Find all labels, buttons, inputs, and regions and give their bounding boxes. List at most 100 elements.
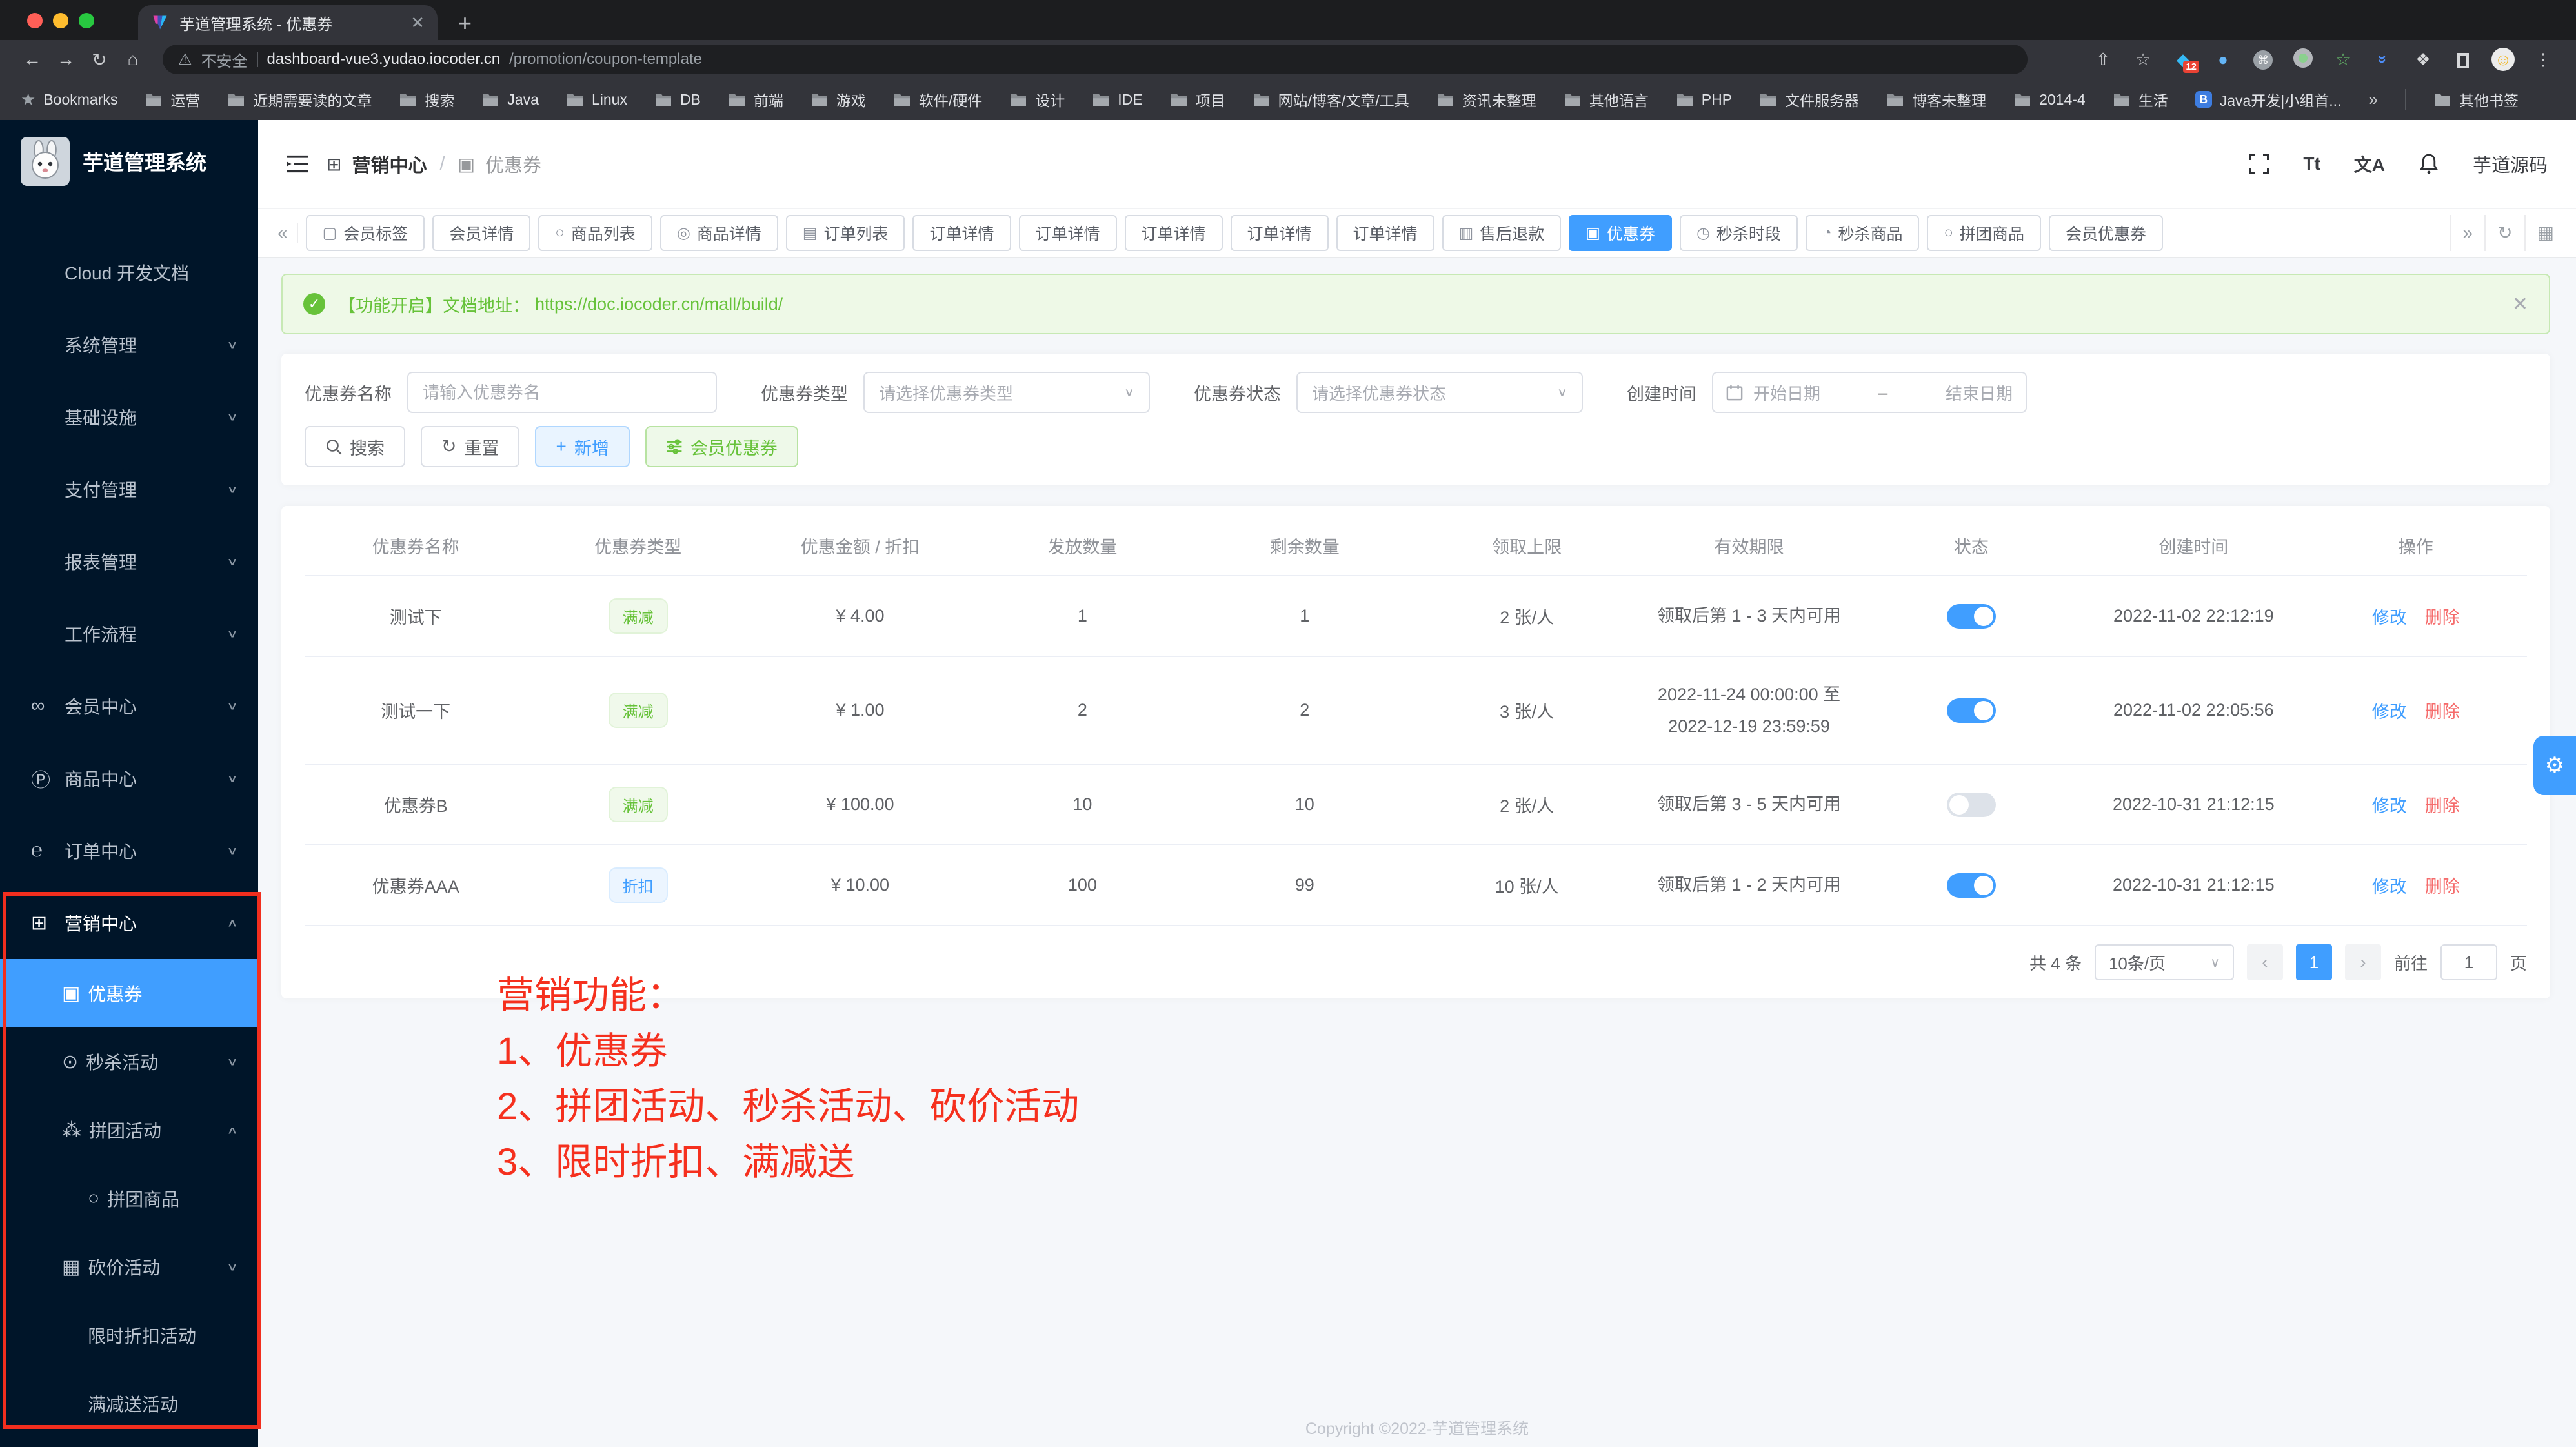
bookmarks-overflow-icon[interactable]: » (2368, 90, 2377, 110)
tab-close-icon[interactable]: ✕ (410, 14, 425, 31)
coupon-type-select[interactable]: 请选择优惠券类型 ∨ (863, 372, 1150, 413)
page-size-select[interactable]: 10条/页 ∨ (2095, 944, 2234, 980)
bookmark-star-icon[interactable]: ☆ (2126, 51, 2160, 68)
back-icon[interactable]: ← (15, 49, 49, 70)
delete-link[interactable]: 删除 (2425, 877, 2460, 896)
nav-tab[interactable]: ◷ 秒杀时段 (1680, 215, 1798, 251)
notification-bell-icon[interactable] (2419, 153, 2439, 175)
username[interactable]: 芋道源码 (2473, 150, 2548, 177)
tabs-scroll-right-icon[interactable]: » (2450, 215, 2484, 251)
collapse-sidebar-icon[interactable] (287, 154, 308, 174)
date-range-picker[interactable]: 开始日期 – 结束日期 (1712, 372, 2027, 413)
browser-tab[interactable]: 芋道管理系统 - 优惠券 ✕ (138, 5, 438, 40)
bookmark-item[interactable]: PHP (1676, 91, 1732, 108)
extensions-puzzle-icon[interactable]: ❖ (2406, 51, 2440, 68)
bookmark-item[interactable]: 软件/硬件 (893, 88, 982, 110)
notice-link[interactable]: https://doc.iocoder.cn/mall/build/ (535, 294, 783, 314)
minimize-window-button[interactable] (53, 13, 68, 28)
reset-button[interactable]: ↻ 重置 (421, 426, 519, 467)
sidebar-item[interactable]: ⁂ 拼团活动 ∧ (0, 1096, 258, 1164)
bookmark-item[interactable]: 近期需要读的文章 (227, 88, 372, 110)
bookmark-item[interactable]: 博客未整理 (1886, 88, 1986, 110)
start-date-placeholder[interactable]: 开始日期 (1753, 381, 1820, 405)
nav-tab[interactable]: ◔ 秒杀商品 (1806, 215, 1920, 251)
current-page-button[interactable]: 1 (2296, 944, 2332, 980)
sidebar-item[interactable]: ▣ 优惠券 (0, 959, 258, 1027)
bookmark-item[interactable]: 设计 (1009, 88, 1065, 110)
bookmark-item[interactable]: 搜索 (399, 88, 454, 110)
other-bookmarks[interactable]: 其他书签 (2433, 88, 2519, 110)
fullscreen-icon[interactable] (2249, 154, 2269, 174)
refresh-tab-icon[interactable]: ↻ (2484, 215, 2524, 251)
bookmark-item[interactable]: 游戏 (810, 88, 866, 110)
nav-tab[interactable]: 会员详情 (432, 215, 530, 251)
edit-link[interactable]: 修改 (2372, 877, 2407, 896)
bookmark-item[interactable]: Linux (566, 91, 627, 108)
sidebar-item[interactable]: ⊞ 营销中心 ∧ (0, 887, 258, 959)
app-logo-row[interactable]: 芋道管理系统 (0, 120, 258, 203)
sidebar-item[interactable]: 限时折扣活动 (0, 1301, 258, 1370)
nav-tab[interactable]: ▥ 售后退款 (1442, 215, 1562, 251)
edit-link[interactable]: 修改 (2372, 796, 2407, 816)
sidebar-item[interactable]: 工作流程 ∨ (0, 598, 258, 670)
bookmark-item[interactable]: IDE (1092, 91, 1142, 108)
delete-link[interactable]: 删除 (2425, 702, 2460, 722)
bookmark-item[interactable]: 文件服务器 (1759, 88, 1859, 110)
bookmark-item[interactable]: 网站/博客/文章/工具 (1253, 88, 1409, 110)
close-window-button[interactable] (27, 13, 43, 28)
reload-icon[interactable]: ↻ (83, 49, 116, 70)
sidebar-item[interactable]: 报表管理 ∨ (0, 525, 258, 598)
sidebar-item[interactable]: 支付管理 ∨ (0, 453, 258, 525)
status-toggle[interactable] (1947, 793, 1996, 817)
prev-page-button[interactable]: ‹ (2247, 944, 2283, 980)
nav-tab[interactable]: ▣ 优惠券 (1569, 215, 1672, 251)
forward-icon[interactable]: → (49, 49, 83, 70)
sidebar-item[interactable]: 系统管理 ∨ (0, 309, 258, 381)
reading-mode-icon[interactable] (2446, 50, 2480, 68)
bookmark-item[interactable]: DB (654, 91, 701, 108)
nav-tab[interactable]: 订单详情 (1125, 215, 1223, 251)
nav-tab[interactable]: ◎ 商品详情 (660, 215, 778, 251)
bookmark-item[interactable]: 生活 (2113, 88, 2168, 110)
tabs-scroll-left-icon[interactable]: « (268, 223, 298, 243)
notice-close-icon[interactable]: ✕ (2512, 293, 2528, 316)
bookmark-item[interactable]: 前端 (728, 88, 783, 110)
coupon-status-select[interactable]: 请选择优惠券状态 ∨ (1296, 372, 1583, 413)
nav-tab[interactable]: 订单详情 (1336, 215, 1434, 251)
layout-columns-icon[interactable]: ▦ (2524, 215, 2566, 251)
sidebar-item[interactable]: ∞ 会员中心 ∨ (0, 670, 258, 742)
nav-tab[interactable]: ○ 商品列表 (538, 215, 652, 251)
coupon-name-input[interactable] (407, 372, 717, 413)
extension-xdebug-icon[interactable]: ◆ 12 (2166, 51, 2200, 68)
bookmark-item[interactable]: 运营 (145, 88, 200, 110)
search-button[interactable]: 搜索 (305, 426, 405, 467)
new-tab-button[interactable]: + (458, 12, 472, 35)
browser-menu-icon[interactable]: ⋮ (2526, 51, 2561, 68)
status-toggle[interactable] (1947, 604, 1996, 629)
extension-recorder-icon[interactable] (2286, 48, 2320, 70)
sidebar-item[interactable]: 基础设施 ∨ (0, 381, 258, 453)
address-bar[interactable]: ⚠ 不安全 dashboard-vue3.yudao.iocoder.cn/pr… (163, 45, 2028, 74)
language-icon[interactable]: 文A (2354, 151, 2385, 177)
profile-avatar[interactable]: ☺ (2486, 48, 2521, 71)
extension-star-icon[interactable]: ☆ (2326, 51, 2360, 68)
extension-command-icon[interactable]: ⌘ (2246, 50, 2280, 70)
sidebar-item[interactable]: Ⓟ 商品中心 ∨ (0, 742, 258, 815)
bookmark-item[interactable]: ★ Bookmarks (21, 90, 117, 110)
delete-link[interactable]: 删除 (2425, 796, 2460, 816)
edit-link[interactable]: 修改 (2372, 702, 2407, 722)
bookmark-item[interactable]: 资讯未整理 (1436, 88, 1536, 110)
next-page-button[interactable]: › (2345, 944, 2381, 980)
nav-tab[interactable]: 订单详情 (1019, 215, 1117, 251)
sidebar-item[interactable]: ℮ 订单中心 ∨ (0, 815, 258, 887)
sidebar-item[interactable]: Cloud 开发文档 (0, 236, 258, 309)
bookmark-item[interactable]: 项目 (1170, 88, 1225, 110)
end-date-placeholder[interactable]: 结束日期 (1946, 381, 2013, 405)
bookmark-item[interactable]: B Java开发|小组首... (2195, 88, 2342, 110)
nav-tab[interactable]: 订单详情 (912, 215, 1011, 251)
member-coupon-button[interactable]: 会员优惠券 (645, 426, 798, 467)
edit-link[interactable]: 修改 (2372, 608, 2407, 627)
font-size-icon[interactable]: Tt (2303, 154, 2320, 174)
theme-settings-button[interactable]: ⚙ (2533, 736, 2576, 795)
sidebar-item[interactable]: ▦ 砍价活动 ∨ (0, 1233, 258, 1301)
